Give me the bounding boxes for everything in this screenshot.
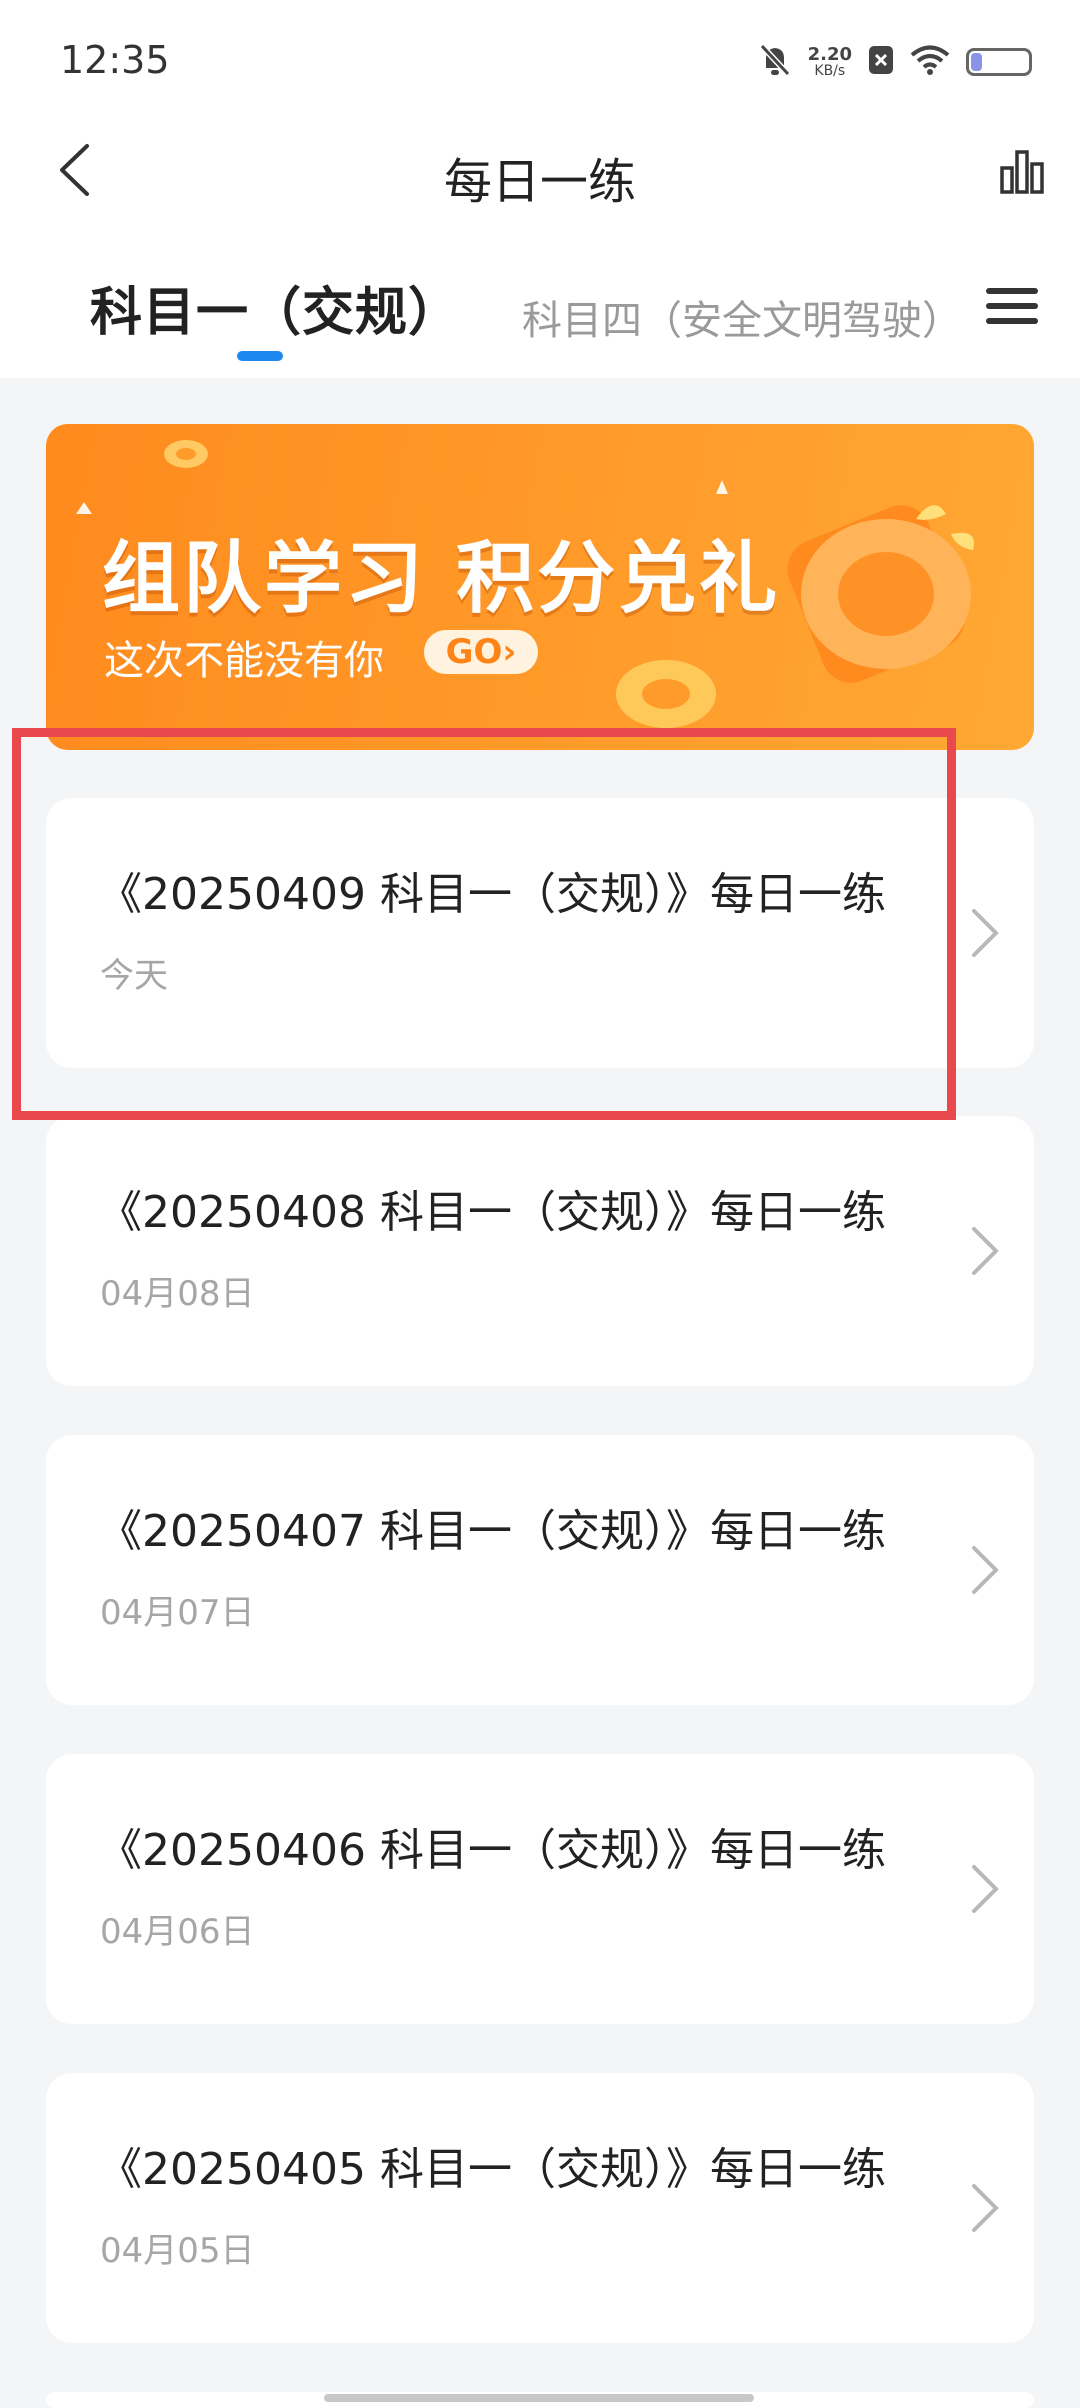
item-date: 04月06日: [100, 1912, 255, 1952]
banner-go-button[interactable]: GO ›: [424, 630, 538, 674]
list-item[interactable]: 《20250407 科目一（交规）》每日一练 04月07日: [46, 1435, 1034, 1705]
item-title: 《20250406 科目一（交规）》每日一练: [98, 1825, 886, 1876]
item-date: 04月05日: [100, 2231, 255, 2271]
subject-tabs: 科目一（交规） 科目四（安全文明驾驶）: [0, 240, 1080, 378]
status-bar: 12:35 2.20 KB/s: [0, 0, 1080, 120]
status-icons: 2.20 KB/s: [758, 40, 1032, 84]
list-item[interactable]: 《20250408 科目一（交规）》每日一练 04月08日: [46, 1116, 1034, 1386]
banner-title: 组队学习 积分兑礼: [102, 534, 781, 624]
item-title: 《20250407 科目一（交规）》每日一练: [98, 1506, 886, 1557]
chevron-right-icon: [972, 1546, 999, 1594]
chevron-right-icon: [972, 1865, 999, 1913]
wifi-icon: [910, 44, 950, 80]
net-speed-value: 2.20: [807, 44, 852, 65]
list-item[interactable]: 《20250405 科目一（交规）》每日一练 04月05日: [46, 2073, 1034, 2343]
status-time: 12:35: [60, 38, 170, 82]
hamburger-menu-icon-line: [986, 303, 1038, 309]
promo-banner[interactable]: 组队学习 积分兑礼 这次不能没有你 GO ›: [46, 424, 1034, 750]
hamburger-menu-icon: [986, 288, 1038, 294]
mute-bell-icon: [758, 42, 792, 82]
chevron-right-icon: [972, 909, 999, 957]
page-title: 每日一练: [443, 154, 636, 210]
tab-subject-one[interactable]: 科目一（交规）: [90, 270, 461, 345]
nav-bar: 每日一练: [0, 120, 1080, 228]
menu-button[interactable]: [986, 280, 1038, 332]
item-title: 《20250408 科目一（交规）》每日一练: [98, 1187, 886, 1238]
item-date: 04月08日: [100, 1274, 255, 1314]
chevron-right-icon: ›: [502, 632, 517, 672]
chevron-right-icon: [972, 1227, 999, 1275]
hamburger-menu-icon-line: [986, 318, 1038, 324]
item-title: 《20250405 科目一（交规）》每日一练: [98, 2144, 886, 2195]
stats-button[interactable]: [994, 144, 1050, 200]
go-label: GO: [445, 632, 503, 672]
close-box-icon: [868, 45, 894, 79]
home-indicator[interactable]: [324, 2394, 754, 2402]
item-date: 04月07日: [100, 1593, 255, 1633]
net-speed: 2.20 KB/s: [807, 44, 852, 79]
highlight-annotation-box: [12, 728, 956, 1120]
battery-level: [971, 53, 983, 71]
banner-subtitle: 这次不能没有你: [104, 638, 384, 684]
tab-subject-four[interactable]: 科目四（安全文明驾驶）: [522, 288, 962, 346]
battery-icon: [966, 48, 1032, 76]
net-speed-unit: KB/s: [814, 63, 846, 79]
chevron-right-icon: [972, 2184, 999, 2232]
list-item[interactable]: 《20250406 科目一（交规）》每日一练 04月06日: [46, 1754, 1034, 2024]
tab-active-indicator: [237, 351, 283, 361]
bar-chart-icon: [1000, 150, 1044, 194]
